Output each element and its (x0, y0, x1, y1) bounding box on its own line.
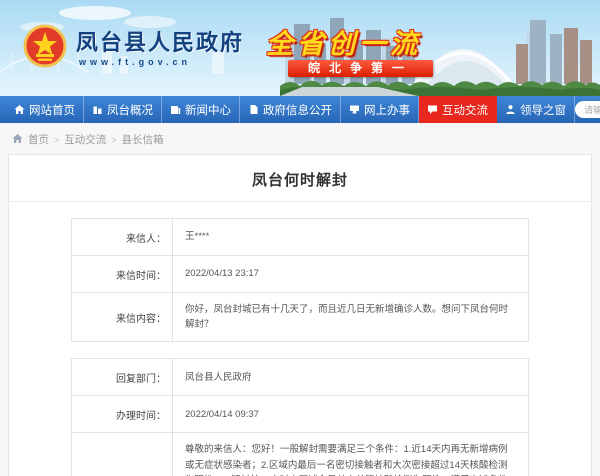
letter-table: 来信人： 王**** 来信时间： 2022/04/13 23:17 来信内容： … (71, 218, 529, 342)
nav-item-home[interactable]: 网站首页 (6, 96, 84, 123)
site-search: 搜索 (575, 96, 600, 123)
row-label: 来信内容： (72, 293, 173, 341)
news-icon (170, 104, 181, 115)
row-value: 2022/04/13 23:17 (173, 256, 528, 292)
row-value: 尊敬的来信人：您好！一般解封需要满足三个条件：1.近14天内再无新增病例或无症状… (173, 433, 528, 476)
page: 凤台县人民政府 www.ft.gov.cn 全省创一流 皖北争第一 网站首页 凤… (0, 0, 600, 476)
row-value: 凤台县人民政府 (173, 359, 528, 395)
home-icon (14, 104, 25, 115)
nav-item-label: 凤台概况 (107, 102, 153, 118)
nav-item-overview[interactable]: 凤台概况 (84, 96, 162, 123)
row-value: 王**** (173, 219, 528, 255)
nav-item-news[interactable]: 新闻中心 (162, 96, 240, 123)
nav-item-interaction[interactable]: 互动交流 (419, 96, 497, 123)
nav-item-label: 互动交流 (442, 102, 488, 118)
breadcrumb-separator: > (54, 135, 59, 145)
main-nav: 网站首页 凤台概况 新闻中心 政府信息公开 网上办事 (0, 96, 600, 123)
breadcrumb-separator: > (111, 135, 116, 145)
row-value: 2022/04/14 09:37 (173, 396, 528, 432)
title-divider (9, 201, 591, 202)
nav-item-label: 政府信息公开 (263, 102, 332, 118)
site-title: 凤台县人民政府 (76, 25, 244, 57)
chat-icon (427, 104, 438, 115)
breadcrumb-home[interactable]: 首页 (28, 132, 49, 147)
row-label: 办理时间： (72, 396, 173, 432)
slogan-line1: 全省创一流 (266, 22, 421, 61)
row-value: 你好，凤台封城已有十几天了，而且近几日无新增确诊人数。想问下凤台何时解封？ (173, 293, 528, 341)
table-row: 办理时间： 2022/04/14 09:37 (72, 396, 528, 433)
monitor-icon (349, 104, 360, 115)
home-icon (12, 133, 23, 147)
user-icon (505, 104, 516, 115)
page-title: 凤台何时解封 (9, 155, 591, 201)
document-icon (248, 104, 259, 115)
building-icon (92, 104, 103, 115)
row-label: 回复部门： (72, 359, 173, 395)
nav-item-label: 网站首页 (29, 102, 75, 118)
table-row: 来信时间： 2022/04/13 23:17 (72, 256, 528, 293)
table-row: 回复部门： 凤台县人民政府 (72, 359, 528, 396)
table-row: 来信内容： 你好，凤台封城已有十几天了，而且近几日无新增确诊人数。想问下凤台何时… (72, 293, 528, 341)
nav-item-label: 网上办事 (364, 102, 410, 118)
site-banner: 凤台县人民政府 www.ft.gov.cn 全省创一流 皖北争第一 (0, 0, 600, 96)
site-url: www.ft.gov.cn (79, 57, 191, 67)
breadcrumb-interaction[interactable]: 互动交流 (64, 132, 106, 147)
nav-item-online-service[interactable]: 网上办事 (341, 96, 419, 123)
nav-item-gov-info[interactable]: 政府信息公开 (240, 96, 341, 123)
breadcrumb-current: 县长信箱 (122, 132, 164, 147)
table-row: 来信人： 王**** (72, 219, 528, 256)
national-emblem-icon (22, 22, 68, 72)
reply-table: 回复部门： 凤台县人民政府 办理时间： 2022/04/14 09:37 回复内… (71, 358, 529, 476)
search-input[interactable] (575, 101, 600, 118)
nav-item-label: 领导之窗 (520, 102, 566, 118)
row-label: 来信人： (72, 219, 173, 255)
slogan-line2: 皖北争第一 (288, 60, 433, 77)
table-row: 回复内容： 尊敬的来信人：您好！一般解封需要满足三个条件：1.近14天内再无新增… (72, 433, 528, 476)
row-label: 回复内容： (72, 433, 173, 476)
breadcrumb: 首页 > 互动交流 > 县长信箱 (0, 123, 600, 154)
letter-detail-card: 凤台何时解封 来信人： 王**** 来信时间： 2022/04/13 23:17… (8, 154, 592, 476)
nav-item-leaders[interactable]: 领导之窗 (497, 96, 575, 123)
row-label: 来信时间： (72, 256, 173, 292)
nav-item-label: 新闻中心 (185, 102, 231, 118)
